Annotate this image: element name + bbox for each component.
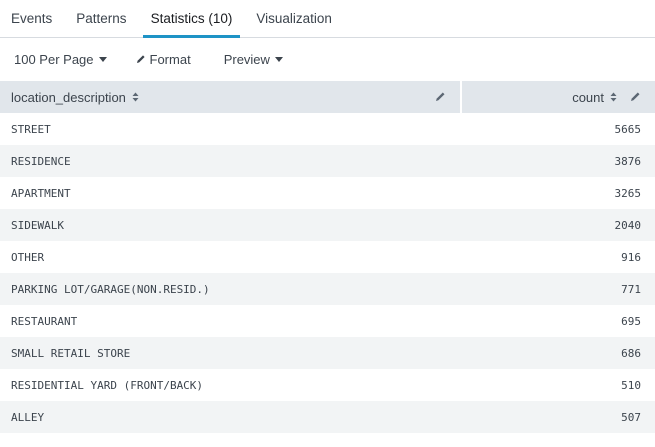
per-page-dropdown[interactable]: 100 Per Page <box>14 52 107 67</box>
column-header-location-description[interactable]: location_description <box>0 81 462 113</box>
cell-location-description: RESIDENCE <box>11 154 71 168</box>
pencil-icon <box>136 52 146 67</box>
table-row: APARTMENT 3265 <box>0 177 655 209</box>
table-row: PARKING LOT/GARAGE(NON.RESID.) 771 <box>0 273 655 305</box>
cell-location-description: RESIDENTIAL YARD (FRONT/BACK) <box>11 378 204 392</box>
sort-icon[interactable] <box>132 90 139 105</box>
cell-location-description: SMALL RETAIL STORE <box>11 346 131 360</box>
cell-count: 695 <box>621 314 641 328</box>
caret-down-icon <box>274 56 283 62</box>
statistics-table: location_description count STREET 5665 R <box>0 81 655 433</box>
cell-count: 507 <box>621 410 641 424</box>
format-label: Format <box>149 51 191 67</box>
cell-location-description: PARKING LOT/GARAGE(NON.RESID.) <box>11 282 210 296</box>
caret-down-icon <box>98 56 107 62</box>
cell-count: 3876 <box>614 154 642 168</box>
column-header-label: count <box>572 89 604 105</box>
preview-label: Preview <box>223 51 270 67</box>
table-row: SMALL RETAIL STORE 686 <box>0 337 655 369</box>
cell-count: 5665 <box>614 122 642 136</box>
cell-count: 510 <box>621 378 641 392</box>
cell-count: 2040 <box>614 218 642 232</box>
cell-count: 3265 <box>614 186 642 200</box>
results-toolbar: 100 Per Page Format Preview <box>0 38 655 80</box>
tab-bar: Events Patterns Statistics (10) Visualiz… <box>0 0 655 38</box>
tab-events[interactable]: Events <box>0 0 64 37</box>
table-row: STREET 5665 <box>0 113 655 145</box>
sort-icon[interactable] <box>610 90 617 105</box>
table-row: OTHER 916 <box>0 241 655 273</box>
cell-count: 686 <box>621 346 641 360</box>
table-row: RESTAURANT 695 <box>0 305 655 337</box>
cell-location-description: APARTMENT <box>11 186 71 200</box>
table-row: RESIDENTIAL YARD (FRONT/BACK) 510 <box>0 369 655 401</box>
cell-location-description: STREET <box>11 122 51 136</box>
tab-statistics[interactable]: Statistics (10) <box>139 0 245 38</box>
table-row: SIDEWALK 2040 <box>0 209 655 241</box>
format-button[interactable]: Format <box>136 52 191 67</box>
tab-visualization[interactable]: Visualization <box>244 0 344 37</box>
cell-count: 771 <box>621 282 641 296</box>
per-page-label: 100 Per Page <box>14 51 94 67</box>
cell-location-description: ALLEY <box>11 410 45 424</box>
cell-location-description: RESTAURANT <box>11 314 78 328</box>
edit-column-icon[interactable] <box>630 90 641 105</box>
table-header: location_description count <box>0 81 655 113</box>
table-row: RESIDENCE 3876 <box>0 145 655 177</box>
edit-column-icon[interactable] <box>435 90 446 105</box>
cell-count: 916 <box>621 250 641 264</box>
table-row: ALLEY 507 <box>0 401 655 433</box>
preview-dropdown[interactable]: Preview <box>224 52 283 67</box>
column-header-label: location_description <box>11 89 126 105</box>
cell-location-description: SIDEWALK <box>11 218 64 232</box>
tab-patterns[interactable]: Patterns <box>64 0 138 37</box>
cell-location-description: OTHER <box>11 250 45 264</box>
column-header-count[interactable]: count <box>462 81 655 113</box>
